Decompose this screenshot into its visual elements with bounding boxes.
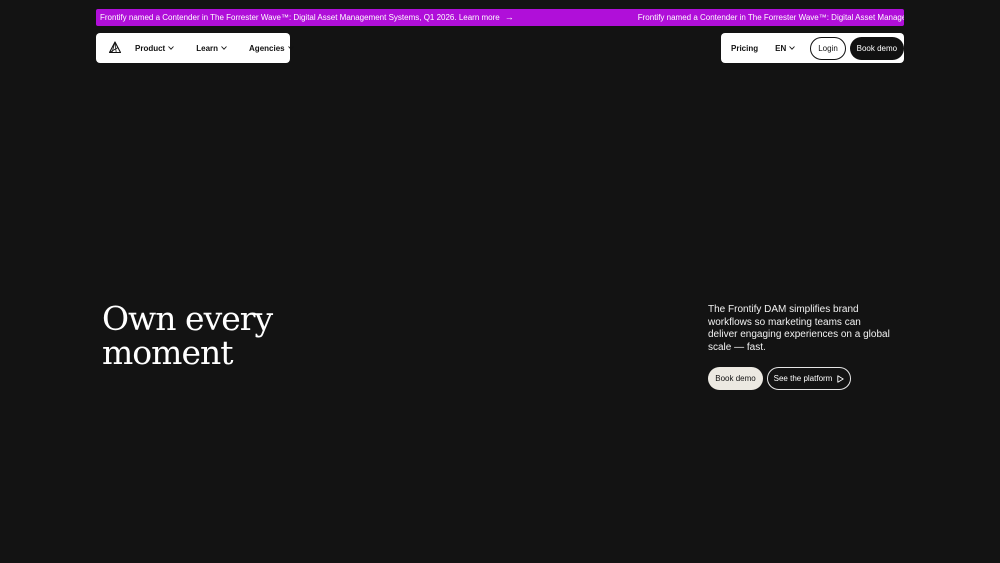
banner-message-repeat[interactable]: Frontify named a Contender in The Forres… [638,9,904,26]
chevron-down-icon [221,46,227,50]
banner-message[interactable]: Frontify named a Contender in The Forres… [100,9,514,26]
banner-message-repeat-text: Frontify named a Contender in The Forres… [637,13,904,22]
main-nav: Product Learn Agencies [96,33,294,63]
nav-item-product[interactable]: Product [135,43,175,53]
banner-track: Frontify named a Contender in The Forres… [100,9,904,26]
nav-item-product-label: Product [135,43,166,53]
nav-item-agencies-label: Agencies [249,43,285,53]
hero-description: The Frontify DAM simplifies brand workfl… [708,304,890,354]
hero-book-demo-button[interactable]: Book demo [708,367,763,390]
account-nav: Pricing EN Login Book demo [721,33,904,63]
nav-item-agencies[interactable]: Agencies [249,44,294,53]
arrow-right-icon: → [504,12,514,22]
login-button[interactable]: Login [810,36,846,60]
pricing-link[interactable]: Pricing [731,44,758,53]
nav-item-learn-label: Learn [196,43,219,53]
chevron-down-icon [168,46,175,50]
hero-title: Own every moment [102,302,362,370]
frontify-logo-icon[interactable] [108,41,122,55]
nav-item-learn[interactable]: Learn [196,44,227,53]
banner-message-text: Frontify named a Contender in The Forres… [100,13,500,22]
hero-actions: Book demo See the platform [708,367,851,390]
see-platform-label: See the platform [773,374,833,383]
announcement-banner[interactable]: Frontify named a Contender in The Forres… [96,9,904,26]
chevron-down-icon [287,46,294,50]
chevron-down-icon [789,46,796,50]
language-label: EN [775,43,787,53]
book-demo-button[interactable]: Book demo [849,36,904,60]
hero-title-line-2: moment [102,333,233,372]
page: Frontify named a Contender in The Forres… [0,0,1000,563]
play-icon [837,374,844,383]
see-platform-button[interactable]: See the platform [767,367,851,390]
language-selector[interactable]: EN [775,43,796,53]
